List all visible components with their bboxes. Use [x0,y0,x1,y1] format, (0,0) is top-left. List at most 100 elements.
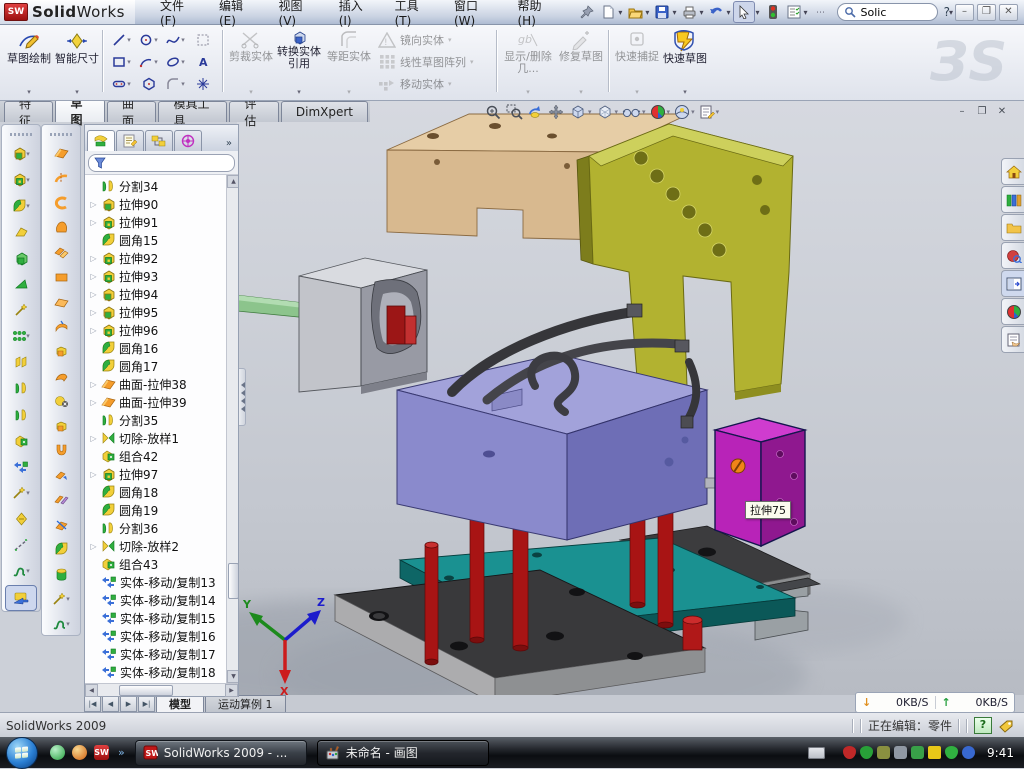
text-tool[interactable]: A [189,51,216,73]
doc-minimize-button[interactable]: – [954,106,970,120]
lcol2-tool-squiggle-19[interactable]: ▾ [46,612,76,635]
property-manager-tab[interactable] [116,130,144,151]
restore-button[interactable]: ❐ [977,4,996,21]
quicklaunch-overflow[interactable]: » [118,746,125,759]
taskpane-custom-properties-tab[interactable] [1001,326,1024,353]
lcol1-tool-split-9[interactable] [6,376,36,400]
lcol2-tool-surfthick-7[interactable] [46,315,76,338]
scroll-thumb[interactable] [228,563,238,599]
display-style-button[interactable]: ▾ [596,104,619,120]
annotations-button[interactable]: ▾ [699,104,720,120]
rebuild-button[interactable] [763,2,783,22]
3d-model[interactable]: Y Z X [237,100,1024,695]
spline-tool[interactable]: ▾ [162,29,189,51]
save-button[interactable] [652,2,672,22]
tree-item-15[interactable]: 组合42 [85,447,227,465]
rectangle-tool[interactable]: ▾ [108,51,135,73]
rotate-view-button[interactable] [527,104,544,120]
lcol2-tool-fillet-16[interactable] [46,538,76,561]
zoom-fit-button[interactable] [485,104,502,120]
task-button-1[interactable]: 未命名 - 画图 [317,740,489,766]
tree-item-27[interactable]: 实体-移动/复制18 [85,663,227,681]
menu-item-1[interactable]: 编辑(E) [208,0,268,24]
tree-item-5[interactable]: ▷拉伸93 [85,267,227,285]
feature-manager-tab[interactable] [87,130,115,151]
tree-item-19[interactable]: 分割36 [85,519,227,537]
minimize-button[interactable]: – [955,4,974,21]
tree-item-26[interactable]: 实体-移动/复制17 [85,645,227,663]
lcol1-tool-diamond-14[interactable] [6,507,36,531]
doc-restore-button[interactable]: ❐ [974,106,990,120]
taskpane-pane-toggle-tab[interactable] [1001,270,1024,297]
doc-nav-2[interactable]: ▶ [120,696,137,712]
polygon-tool[interactable] [135,73,162,95]
taskpane-design-library-tab[interactable] [1001,186,1024,213]
lcol2-tool-surfarc-1[interactable] [46,167,76,190]
taskpane-appearances-tab[interactable] [1001,298,1024,325]
lcol1-tool-movecopy-12[interactable] [6,455,36,479]
lcol1-tool-extrudeb-1[interactable]: ▾ [6,168,36,192]
lcol2-tool-surface-0[interactable] [46,142,76,165]
hide-show-items-button[interactable]: ▾ [622,105,646,119]
tree-item-8[interactable]: ▷拉伸96 [85,321,227,339]
tree-item-6[interactable]: ▷拉伸94 [85,285,227,303]
tree-item-3[interactable]: 圆角15 [85,231,227,249]
view-orientation-button[interactable]: ▾ [569,104,592,120]
lcol2-tool-surfbox-8[interactable] [46,340,76,363]
menu-item-4[interactable]: 工具(T) [384,0,443,24]
tray-security-icon[interactable] [945,746,958,759]
point-tool[interactable] [189,73,216,95]
part-olive-bracket[interactable] [577,124,793,400]
ellipse-tool[interactable]: ▾ [162,51,189,73]
tree-item-16[interactable]: ▷拉伸97 [85,465,227,483]
scroll-left-button[interactable]: ◀ [85,684,98,697]
tree-item-11[interactable]: ▷曲面-拉伸38 [85,375,227,393]
tree-vertical-scrollbar[interactable]: ▲ ▼ [226,175,238,683]
zoom-area-button[interactable] [506,104,523,120]
undo-button[interactable] [706,2,726,22]
lcol2-tool-surfarrow-13[interactable] [46,464,76,487]
quick-sketch-button[interactable]: 快速草图▾ [662,27,708,98]
lcol2-tool-surftrim-15[interactable] [46,513,76,536]
selection-box-tool[interactable] [189,29,216,51]
lcol2-tool-surfplane-6[interactable] [46,290,76,313]
tag-icon[interactable] [998,719,1014,733]
tree-item-24[interactable]: 实体-移动/复制15 [85,609,227,627]
doc-nav-0[interactable]: |◀ [84,696,101,712]
arc-tool[interactable]: ▾ [135,51,162,73]
tab-DimXpert[interactable]: DimXpert [281,101,368,122]
options-button[interactable] [784,2,804,22]
doc-tab-1[interactable]: 运动算例 1 [205,695,286,712]
help-caret-icon[interactable]: ▾ [949,8,953,17]
instant3d-button-pressed[interactable] [5,585,37,611]
taskpane-resources-tab[interactable] [1001,242,1024,269]
doc-nav-1[interactable]: ◀ [102,696,119,712]
tree-item-4[interactable]: ▷拉伸92 [85,249,227,267]
tree-item-22[interactable]: 实体-移动/复制13 [85,573,227,591]
options-button-caret[interactable]: ▾ [804,8,808,17]
lcol1-tool-pattern-7[interactable]: ▾ [6,324,36,348]
scroll-down-button[interactable]: ▼ [227,670,238,683]
tree-item-9[interactable]: 圆角16 [85,339,227,357]
scroll-right-button[interactable]: ▶ [225,684,238,697]
tree-item-25[interactable]: 实体-移动/复制16 [85,627,227,645]
tree-item-21[interactable]: 组合43 [85,555,227,573]
open-button-caret[interactable]: ▾ [645,8,649,17]
open-button[interactable] [625,2,645,22]
overflow-button[interactable]: ⋯ [811,2,831,22]
task-button-0[interactable]: SWSolidWorks 2009 - ... [135,740,307,766]
lcol1-tool-wand-6[interactable] [6,298,36,322]
menu-item-6[interactable]: 帮助(H) [507,0,568,24]
lcol2-tool-surfbend-9[interactable] [46,365,76,388]
print-button[interactable] [679,2,699,22]
tree-filter-input[interactable] [88,154,235,172]
tree-horizontal-scrollbar[interactable]: ◀ ▶ [85,683,238,696]
menu-item-2[interactable]: 视图(V) [268,0,328,24]
smart-dimension-button[interactable]: 智能尺寸▾ [54,27,100,98]
hscroll-thumb[interactable] [119,685,173,696]
lcol2-tool-surfknit-14[interactable] [46,488,76,511]
tree-item-7[interactable]: ▷拉伸95 [85,303,227,321]
tray-sync-icon[interactable] [962,746,975,759]
lcol1-tool-split-10[interactable] [6,403,36,427]
tab-曲面[interactable]: 曲面 [107,101,156,122]
